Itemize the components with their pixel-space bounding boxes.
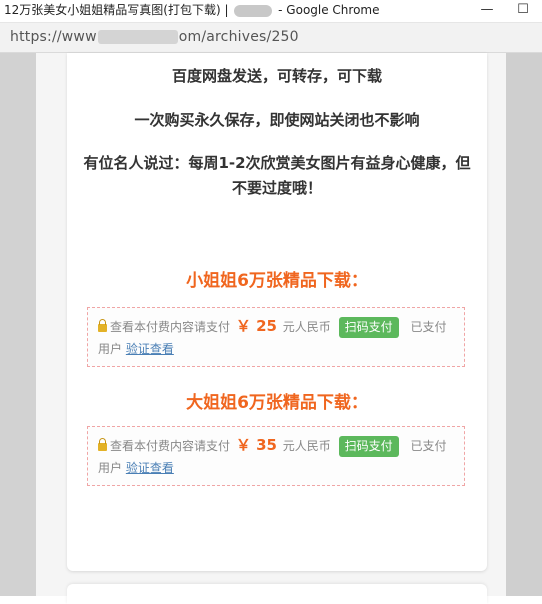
lock-icon [98,319,107,332]
currency-label: 元人民币 [282,439,331,453]
section-heading-small: 小姐姐6万张精品下载： [186,271,368,291]
paywall-notice: 查看本付费内容请支付 [110,320,231,334]
address-bar[interactable]: https://www om/archives/250 [0,23,542,53]
article-card: 百度网盘发送，可转存，可下载 一次购买永久保存，即使网站关闭也不影响 有位名人说… [67,53,487,571]
lock-icon [98,438,107,451]
window-title-prefix: 12万张美女小姐姐精品写真图(打包下载) | [4,3,229,17]
price-value: ￥ 35 [235,436,277,454]
url-text[interactable]: https://www om/archives/250 [10,23,299,52]
redacted-title-segment [234,4,273,17]
verify-link[interactable]: 验证查看 [126,342,174,356]
maximize-button[interactable]: ☐ [512,0,534,20]
currency-label: 元人民币 [282,320,331,334]
paywall-notice: 查看本付费内容请支付 [110,439,231,453]
right-gutter [506,53,542,596]
left-gutter [0,53,36,596]
content-line-delivery: 百度网盘发送，可转存，可下载 [171,67,382,85]
next-card [67,584,487,604]
minimize-button[interactable]: — [476,0,498,20]
verify-link[interactable]: 验证查看 [126,461,174,475]
section-heading-big: 大姐姐6万张精品下载： [186,393,368,413]
content-line-permanent: 一次购买永久保存，即使网站关闭也不影响 [134,111,420,129]
scan-pay-button[interactable]: 扫码支付 [338,317,399,338]
url-prefix: https://www [10,29,97,45]
scan-pay-button[interactable]: 扫码支付 [338,436,399,457]
window-title-suffix: - Google Chrome [278,3,380,17]
price-value: ￥ 25 [235,317,277,335]
content-line-quote: 有位名人说过：每周1-2次欣赏美女图片有益身心健康，但不要过度哦！ [83,154,471,197]
page-viewport: 百度网盘发送，可转存，可下载 一次购买永久保存，即使网站关闭也不影响 有位名人说… [0,53,542,604]
url-suffix: om/archives/250 [178,29,299,45]
redacted-domain [97,30,178,44]
window-titlebar: 12万张美女小姐姐精品写真图(打包下载) | - Google Chrome —… [0,0,542,23]
paywall-box: 查看本付费内容请支付 ￥ 25 元人民币 扫码支付 已支付用户 验证查看 [87,307,465,367]
window-title: 12万张美女小姐姐精品写真图(打包下载) | - Google Chrome [4,0,380,20]
paywall-box: 查看本付费内容请支付 ￥ 35 元人民币 扫码支付 已支付用户 验证查看 [87,426,465,486]
